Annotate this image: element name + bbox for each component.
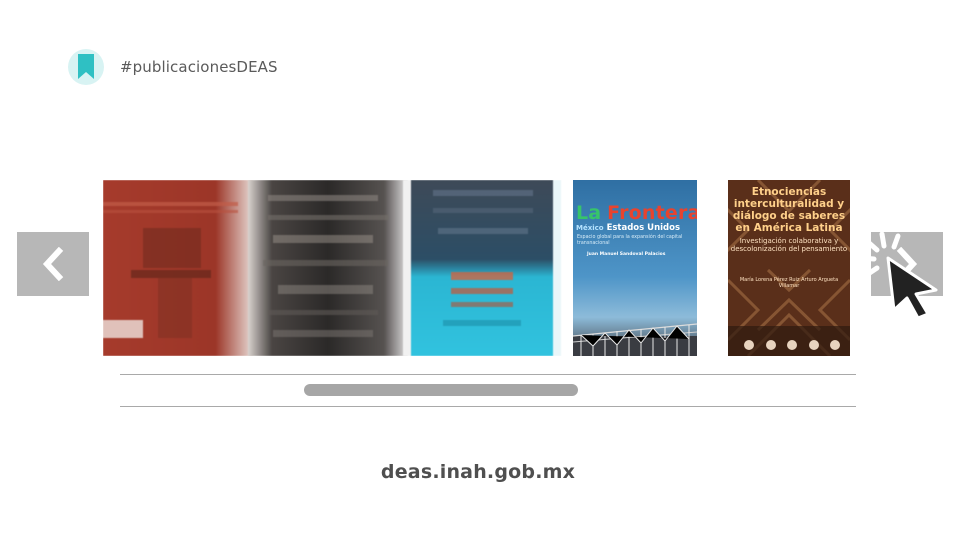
border-fence-image xyxy=(573,323,697,356)
publisher-logo-icon xyxy=(765,340,776,350)
chevron-left-icon xyxy=(42,247,64,281)
book-cover-3-art xyxy=(403,180,561,356)
book-5-subtitle: Investigación colaborativa y descoloniza… xyxy=(730,237,848,253)
book-4-title: La Frontera xyxy=(576,202,697,224)
carousel-prev-button[interactable] xyxy=(17,232,89,296)
book-4-author: Juan Manuel Sandoval Palacios xyxy=(587,252,666,257)
publisher-logo-icon xyxy=(787,340,797,350)
hashtag-row: #publicacionesDEAS xyxy=(68,49,278,85)
book-5-title: Etnociencias interculturalidad y diálogo… xyxy=(732,186,846,234)
bookmark-badge xyxy=(68,49,104,85)
book-cover-1-art xyxy=(103,180,253,356)
publisher-logos xyxy=(744,340,840,350)
publisher-logo-icon xyxy=(808,340,819,350)
book-cover-1[interactable] xyxy=(103,180,253,356)
book-cover-2-art xyxy=(248,180,408,356)
scrollbar-track-bottom xyxy=(120,406,856,407)
scrollbar-track-top xyxy=(120,374,856,375)
publisher-logo-icon xyxy=(744,340,754,350)
book-carousel: La Frontera México Estados Unidos Espaci… xyxy=(103,180,850,356)
click-pointer-icon xyxy=(860,231,938,320)
book-cover-2[interactable] xyxy=(248,180,408,356)
bookmark-icon xyxy=(78,54,94,79)
publication-carousel-slide: #publicacionesDEAS La Frontera México Es… xyxy=(0,0,956,535)
publisher-logo-icon xyxy=(830,340,840,350)
book-4-subtitle: México Estados Unidos xyxy=(576,223,681,233)
book-5-authors: María Lorena Pérez Ruiz Arturo Argueta V… xyxy=(739,277,839,289)
hashtag-label[interactable]: #publicacionesDEAS xyxy=(120,58,278,76)
book-cover-etnociencias[interactable]: Etnociencias interculturalidad y diálogo… xyxy=(728,180,850,356)
book-cover-3[interactable] xyxy=(403,180,561,356)
book-cover-la-frontera[interactable]: La Frontera México Estados Unidos Espaci… xyxy=(573,180,697,356)
website-url[interactable]: deas.inah.gob.mx xyxy=(0,461,956,483)
book-4-tagline: Espacio global para la expansión del cap… xyxy=(577,235,683,246)
scrollbar-thumb[interactable] xyxy=(304,384,578,396)
